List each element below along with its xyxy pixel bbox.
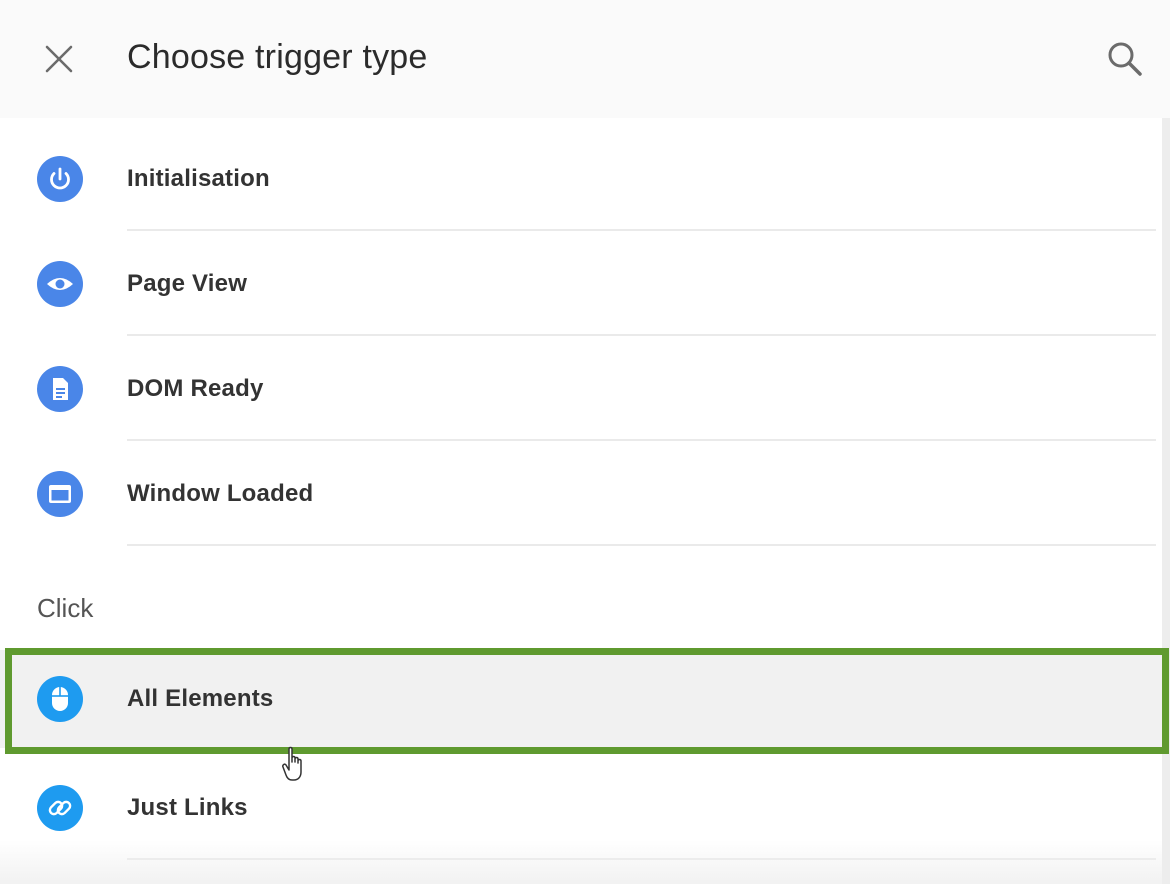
list-item-initialisation[interactable]: Initialisation bbox=[0, 126, 1162, 231]
list-item-window-loaded[interactable]: Window Loaded bbox=[0, 441, 1162, 546]
panel-header: Choose trigger type bbox=[0, 0, 1170, 119]
bottom-fade bbox=[0, 840, 1162, 884]
link-icon bbox=[37, 784, 83, 831]
list-item-label: Page View bbox=[127, 269, 248, 297]
list-item-label: Just Links bbox=[127, 793, 248, 821]
divider bbox=[127, 544, 1156, 546]
list-item-dom-ready[interactable]: DOM Ready bbox=[0, 336, 1162, 441]
power-icon bbox=[37, 155, 83, 202]
list-item-page-view[interactable]: Page View bbox=[0, 231, 1162, 336]
hand-cursor-icon bbox=[281, 745, 311, 785]
window-icon bbox=[37, 470, 83, 517]
list-item-label: DOM Ready bbox=[127, 374, 264, 402]
document-icon bbox=[37, 365, 83, 412]
eye-icon bbox=[37, 260, 83, 307]
list-item-label: Initialisation bbox=[127, 164, 270, 192]
list-item-label: All Elements bbox=[127, 685, 274, 712]
section-header-click: Click bbox=[37, 593, 94, 623]
list-item-label: Window Loaded bbox=[127, 479, 314, 507]
page-title: Choose trigger type bbox=[127, 38, 428, 76]
close-icon[interactable] bbox=[36, 36, 82, 82]
trigger-type-panel: Choose trigger type Initialisation Page … bbox=[0, 0, 1170, 884]
scrollbar[interactable] bbox=[1162, 118, 1170, 884]
search-icon[interactable] bbox=[1100, 34, 1150, 84]
mouse-icon bbox=[37, 676, 83, 722]
list-item-all-elements[interactable]: All Elements bbox=[0, 650, 1162, 748]
